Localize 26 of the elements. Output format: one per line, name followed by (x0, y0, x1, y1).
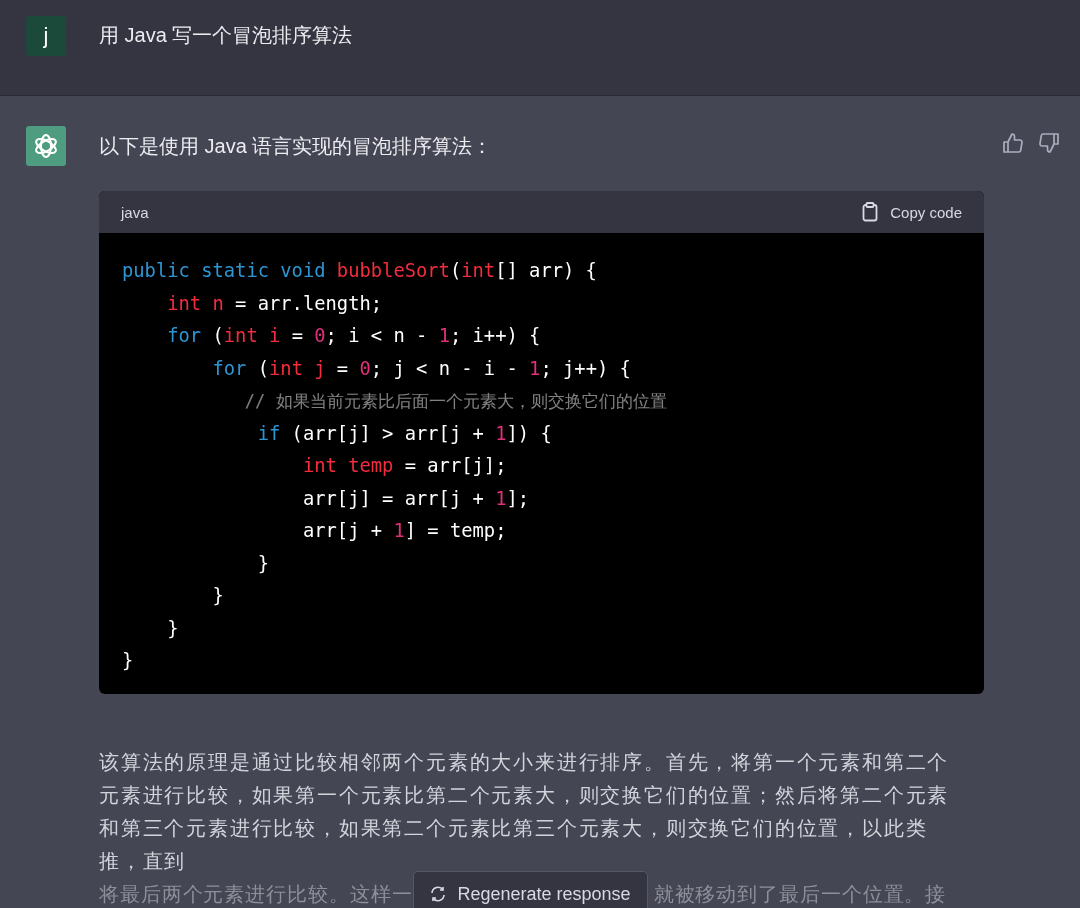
code-line: for (int i = 0; i < n - 1; i++) { (166, 324, 541, 348)
faded-text: 就被移动到了最后一个位置。接 (653, 881, 947, 907)
faded-text: 将最后两个元素进行比较。这样一 (99, 881, 413, 907)
code-line: int temp = arr[j]; (301, 454, 507, 478)
code-line: if (arr[j] > arr[j + 1]) { (256, 421, 552, 446)
explanation-paragraph: 该算法的原理是通过比较相邻两个元素的大小来进行排序。首先，将第一个元素和第二个元素进行比较，如果第一个元素比第二个元素大，则交换它们的位置；然后将第二个元素和第三个元素进行比较，如果第二个元素比第三个元素大，则交换它们的位置，以此类推，直到 (99, 749, 951, 874)
clipboard-icon (862, 202, 879, 222)
thumbs-up-icon[interactable] (1002, 132, 1024, 154)
code-line: } (122, 649, 134, 673)
code-line: arr[j] = arr[j + 1]; (301, 486, 530, 511)
code-language: java (121, 203, 149, 221)
user-message: 用 Java 写一个冒泡排序算法 (99, 23, 353, 48)
code-line: } (211, 584, 224, 608)
assistant-message: 以下是使用 Java 语言实现的冒泡排序算法： (99, 134, 494, 159)
code-line: int n = arr.length; (166, 291, 383, 316)
user-avatar: j (26, 15, 66, 56)
thumbs-down-icon[interactable] (1038, 132, 1060, 154)
code-line: arr[j + 1] = temp; (301, 519, 507, 543)
regenerate-button[interactable]: Regenerate response (412, 871, 648, 908)
copy-code-button[interactable]: Copy code (862, 202, 962, 222)
refresh-icon (429, 886, 446, 902)
code-line: } (166, 616, 179, 641)
code-line: for (int j = 0; j < n - i - 1; j++) { (211, 356, 631, 381)
code-line: public static void bubbleSort(int[] arr) { (122, 259, 597, 283)
code-line: } (256, 551, 269, 576)
code-line: // 如果当前元素比后面一个元素大，则交换它们的位置 (243, 390, 667, 413)
